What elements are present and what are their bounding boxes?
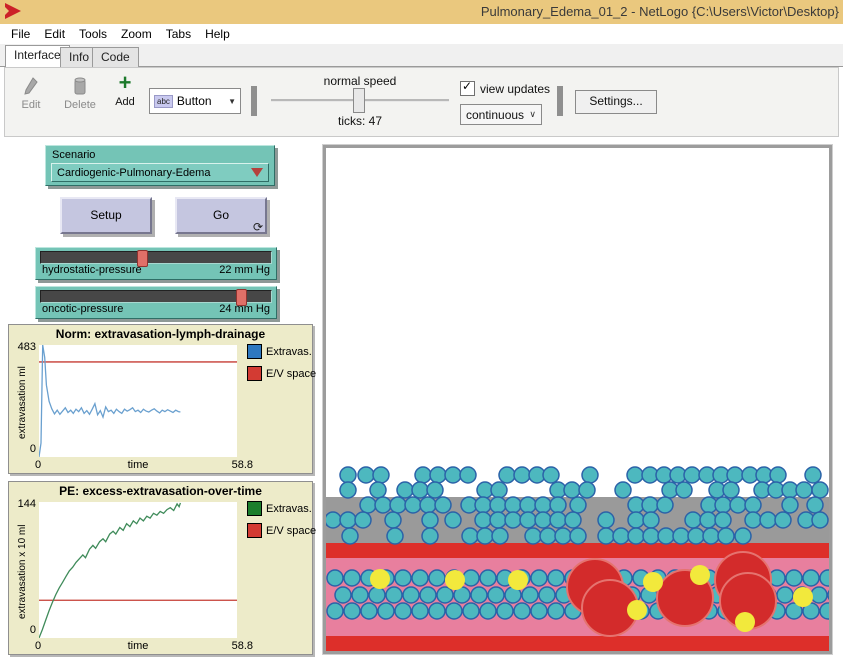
y-axis-label: extravasation ml xyxy=(17,355,28,451)
chooser-value: Cardiogenic-Pulmonary-Edema xyxy=(57,167,210,179)
plot-canvas xyxy=(39,502,237,638)
menu-zoom[interactable]: Zoom xyxy=(114,25,159,43)
chooser-label: Scenario xyxy=(52,149,274,161)
series-line xyxy=(39,503,180,638)
slider-track[interactable] xyxy=(40,251,272,264)
chooser-dropdown-icon xyxy=(251,168,263,177)
checkbox-check-icon: ✓ xyxy=(460,81,475,96)
legend-label: Extravas. xyxy=(266,346,312,358)
plot-canvas xyxy=(39,345,237,457)
world-view xyxy=(323,145,832,654)
plot-legend: Extravas. E/V space xyxy=(247,344,316,388)
legend-swatch-extravas xyxy=(247,501,262,516)
speed-slider-thumb[interactable] xyxy=(353,88,365,113)
legend-label: E/V space xyxy=(266,368,316,380)
netlogo-app-icon xyxy=(5,3,21,19)
toolbar-separator xyxy=(251,86,257,116)
scenario-chooser: Scenario Cardiogenic-Pulmonary-Edema xyxy=(45,145,275,186)
x-axis-label: time xyxy=(39,640,237,652)
capillary-wall-bottom xyxy=(326,636,830,652)
plus-icon: + xyxy=(109,73,141,93)
y-max-tick: 144 xyxy=(9,498,36,510)
toolbar-separator-2 xyxy=(557,86,563,116)
menu-tools[interactable]: Tools xyxy=(72,25,114,43)
setup-button[interactable]: Setup xyxy=(60,197,152,234)
slider-value: 22 mm Hg xyxy=(219,264,270,276)
menu-help[interactable]: Help xyxy=(198,25,237,43)
chooser-field[interactable]: Cardiogenic-Pulmonary-Edema xyxy=(51,163,269,182)
widget-type-dropdown[interactable]: abc Button ▼ xyxy=(149,88,241,114)
y-axis-label: extravasation x 10 ml xyxy=(17,512,28,632)
interface-toolbar: Edit Delete + Add abc Button ▼ normal sp… xyxy=(4,67,839,137)
update-mode-value: continuous xyxy=(466,108,524,122)
slider-label: oncotic-pressure xyxy=(42,303,123,315)
slider-track[interactable] xyxy=(40,290,272,303)
edit-widget-button[interactable]: Edit xyxy=(13,76,49,111)
oncotic-pressure-slider: oncotic-pressure 24 mm Hg xyxy=(35,286,277,319)
menu-edit[interactable]: Edit xyxy=(37,25,72,43)
plot-norm-extravasation: Norm: extravasation-lymph-drainage 483 e… xyxy=(8,324,313,474)
forever-icon: ⟳ xyxy=(253,221,263,233)
view-updates-label: view updates xyxy=(480,82,550,96)
delete-widget-button[interactable]: Delete xyxy=(59,76,101,111)
title-bar: Pulmonary_Edema_01_2 - NetLogo {C:\Users… xyxy=(0,0,843,25)
trash-icon xyxy=(72,76,88,96)
plot-title: Norm: extravasation-lymph-drainage xyxy=(9,327,312,341)
netlogo-window: Pulmonary_Edema_01_2 - NetLogo {C:\Users… xyxy=(0,0,843,667)
menu-tabs[interactable]: Tabs xyxy=(159,25,198,43)
widget-type-value: Button xyxy=(177,94,212,108)
tab-code[interactable]: Code xyxy=(92,47,139,69)
world-view-frame xyxy=(322,144,833,655)
abc-icon: abc xyxy=(154,95,173,108)
go-button-label: Go xyxy=(213,208,229,222)
legend-swatch-extravas xyxy=(247,344,262,359)
menu-file[interactable]: File xyxy=(4,25,37,43)
chevron-down-icon: ∨ xyxy=(529,109,536,120)
view-updates-checkbox[interactable]: ✓ view updates xyxy=(460,81,550,96)
settings-button[interactable]: Settings... xyxy=(575,90,657,114)
plot-title: PE: excess-extravasation-over-time xyxy=(9,484,312,498)
legend-swatch-ev-space xyxy=(247,366,262,381)
y-max-tick: 483 xyxy=(9,341,36,353)
x-max-tick: 58.8 xyxy=(213,640,253,652)
slider-label: hydrostatic-pressure xyxy=(42,264,142,276)
plot-legend: Extravas. E/V space xyxy=(247,501,316,545)
y-min-tick: 0 xyxy=(9,624,36,636)
hydrostatic-pressure-slider: hydrostatic-pressure 22 mm Hg xyxy=(35,247,277,280)
plot-excess-extravasation: PE: excess-extravasation-over-time 144 e… xyxy=(8,481,313,655)
menu-bar: File Edit Tools Zoom Tabs Help xyxy=(0,24,843,44)
pencil-icon xyxy=(22,76,40,96)
dropdown-arrow-icon: ▼ xyxy=(228,97,236,106)
update-mode-dropdown[interactable]: continuous ∨ xyxy=(460,104,542,125)
speed-slider-label: normal speed xyxy=(271,74,449,88)
tab-bar: Interface Info Code xyxy=(0,44,843,67)
x-axis-label: time xyxy=(39,459,237,471)
go-button[interactable]: Go ⟳ xyxy=(175,197,267,234)
legend-label: E/V space xyxy=(266,525,316,537)
legend-swatch-ev-space xyxy=(247,523,262,538)
ticks-counter: ticks: 47 xyxy=(271,114,449,128)
window-title: Pulmonary_Edema_01_2 - NetLogo {C:\Users… xyxy=(481,4,839,19)
add-widget-button[interactable]: + Add xyxy=(109,73,141,108)
y-min-tick: 0 xyxy=(9,443,36,455)
legend-label: Extravas. xyxy=(266,503,312,515)
slider-value: 24 mm Hg xyxy=(219,303,270,315)
alveolar-molecules xyxy=(340,467,828,498)
x-max-tick: 58.8 xyxy=(213,459,253,471)
